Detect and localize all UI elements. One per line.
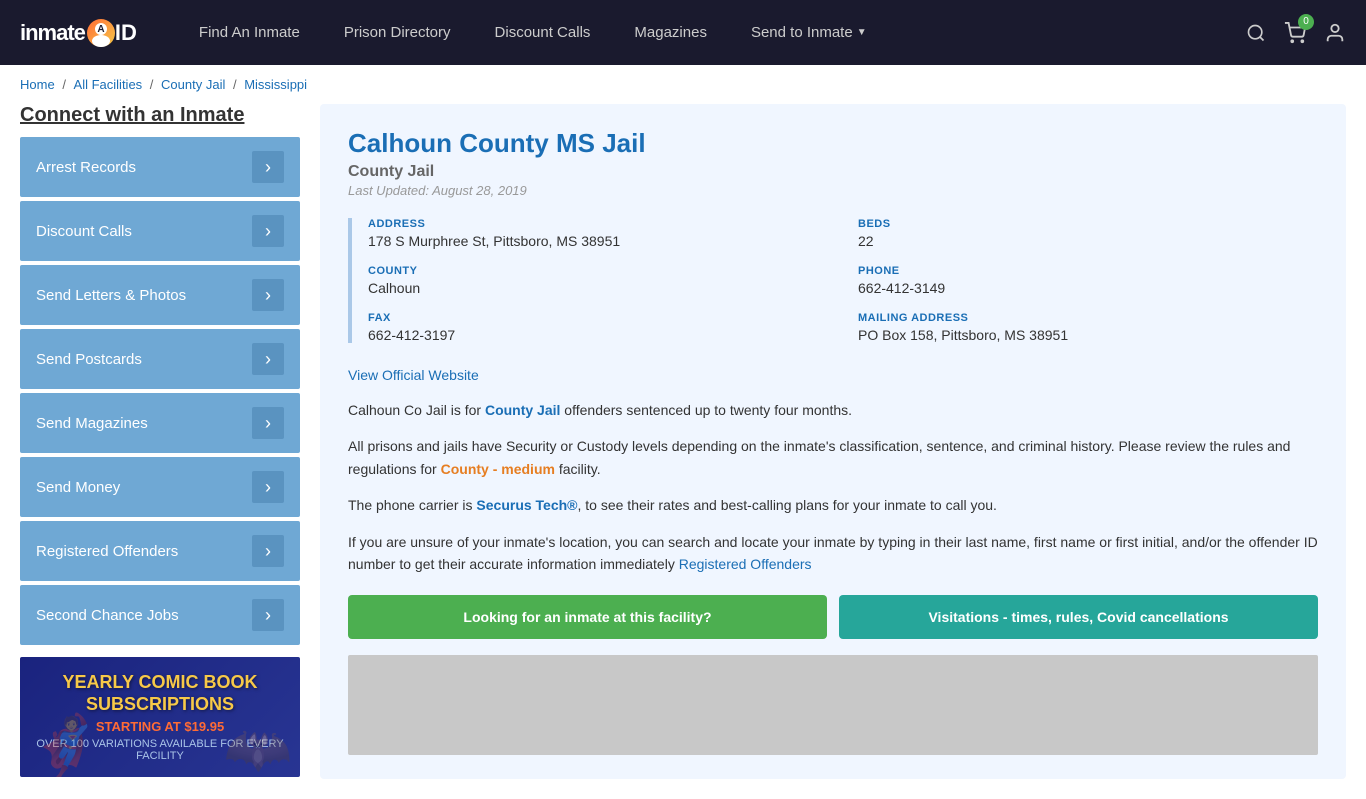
action-buttons: Looking for an inmate at this facility? … (348, 595, 1318, 639)
info-county: COUNTY Calhoun (368, 265, 828, 296)
sidebar-item-second-chance-jobs[interactable]: Second Chance Jobs › (20, 585, 300, 645)
nav-magazines[interactable]: Magazines (612, 0, 729, 65)
chevron-right-icon: › (252, 599, 284, 631)
cart-badge: 0 (1298, 14, 1314, 30)
beds-label: BEDS (858, 218, 1318, 230)
facility-type: County Jail (348, 163, 1318, 181)
breadcrumb-sep3: / (233, 77, 240, 92)
user-icon[interactable] (1324, 22, 1346, 44)
content-area: Calhoun County MS Jail County Jail Last … (320, 104, 1346, 779)
breadcrumb-all-facilities[interactable]: All Facilities (74, 77, 143, 92)
sidebar-label: Registered Offenders (36, 543, 178, 560)
sidebar-item-arrest-records[interactable]: Arrest Records › (20, 137, 300, 197)
logo-suffix: ID (115, 20, 137, 46)
nav-links: Find An Inmate Prison Directory Discount… (177, 0, 1246, 65)
chevron-right-icon: › (252, 343, 284, 375)
address-value: 178 S Murphree St, Pittsboro, MS 38951 (368, 233, 828, 249)
logo-text: inmate (20, 20, 85, 46)
securus-link[interactable]: Securus Tech® (476, 497, 577, 513)
county-label: COUNTY (368, 265, 828, 277)
sidebar-item-send-letters[interactable]: Send Letters & Photos › (20, 265, 300, 325)
sidebar-label: Send Postcards (36, 351, 142, 368)
phone-label: PHONE (858, 265, 1318, 277)
nav-icons: 0 (1246, 22, 1346, 44)
info-mailing: MAILING ADDRESS PO Box 158, Pittsboro, M… (858, 312, 1318, 343)
search-icon[interactable] (1246, 23, 1266, 43)
breadcrumb-state[interactable]: Mississippi (244, 77, 307, 92)
county-value: Calhoun (368, 280, 828, 296)
breadcrumb-sep1: / (62, 77, 69, 92)
sidebar-item-send-postcards[interactable]: Send Postcards › (20, 329, 300, 389)
logo-icon: A (87, 19, 115, 47)
ad-subtitle: SUBSCRIPTIONS (86, 694, 234, 716)
sidebar-menu: Arrest Records › Discount Calls › Send L… (20, 137, 300, 645)
desc-paragraph-4: If you are unsure of your inmate's locat… (348, 531, 1318, 576)
desc-paragraph-2: All prisons and jails have Security or C… (348, 435, 1318, 480)
chevron-right-icon: › (252, 215, 284, 247)
county-jail-link[interactable]: County Jail (485, 402, 560, 418)
view-website-link[interactable]: View Official Website (348, 367, 479, 383)
county-medium-link[interactable]: County - medium (441, 461, 555, 477)
facility-title: Calhoun County MS Jail (348, 128, 1318, 159)
view-link-row: View Official Website (348, 367, 1318, 383)
mailing-label: MAILING ADDRESS (858, 312, 1318, 324)
looking-for-inmate-button[interactable]: Looking for an inmate at this facility? (348, 595, 827, 639)
facility-updated: Last Updated: August 28, 2019 (348, 183, 1318, 198)
sidebar-label: Arrest Records (36, 159, 136, 176)
sidebar-label: Send Magazines (36, 415, 148, 432)
chevron-right-icon: › (252, 151, 284, 183)
cart-icon[interactable]: 0 (1284, 22, 1306, 44)
breadcrumb-county-jail[interactable]: County Jail (161, 77, 225, 92)
nav-prison-directory[interactable]: Prison Directory (322, 0, 473, 65)
navbar: inmate A ID Find An Inmate Prison Direct… (0, 0, 1366, 65)
fax-label: FAX (368, 312, 828, 324)
info-grid: ADDRESS 178 S Murphree St, Pittsboro, MS… (348, 218, 1318, 343)
main-content: Connect with an Inmate Arrest Records › … (0, 104, 1366, 799)
phone-value: 662-412-3149 (858, 280, 1318, 296)
breadcrumb: Home / All Facilities / County Jail / Mi… (0, 65, 1366, 104)
info-beds: BEDS 22 (858, 218, 1318, 249)
nav-discount-calls[interactable]: Discount Calls (473, 0, 613, 65)
ad-title: YEARLY COMIC BOOK (62, 672, 257, 694)
desc-paragraph-1: Calhoun Co Jail is for County Jail offen… (348, 399, 1318, 421)
ad-price: STARTING AT $19.95 (96, 719, 224, 734)
info-address: ADDRESS 178 S Murphree St, Pittsboro, MS… (368, 218, 828, 249)
svg-text:A: A (97, 24, 104, 35)
logo[interactable]: inmate A ID (20, 19, 137, 47)
sidebar-title: Connect with an Inmate (20, 104, 300, 127)
breadcrumb-sep2: / (150, 77, 157, 92)
address-label: ADDRESS (368, 218, 828, 230)
info-phone: PHONE 662-412-3149 (858, 265, 1318, 296)
info-fax: FAX 662-412-3197 (368, 312, 828, 343)
sidebar-label: Second Chance Jobs (36, 607, 179, 624)
fax-value: 662-412-3197 (368, 327, 828, 343)
chevron-right-icon: › (252, 471, 284, 503)
chevron-right-icon: › (252, 407, 284, 439)
breadcrumb-home[interactable]: Home (20, 77, 55, 92)
registered-offenders-link[interactable]: Registered Offenders (679, 556, 812, 572)
visitations-button[interactable]: Visitations - times, rules, Covid cancel… (839, 595, 1318, 639)
sidebar-label: Send Money (36, 479, 120, 496)
chevron-right-icon: › (252, 535, 284, 567)
beds-value: 22 (858, 233, 1318, 249)
description: Calhoun Co Jail is for County Jail offen… (348, 399, 1318, 575)
sidebar-label: Send Letters & Photos (36, 287, 186, 304)
sidebar: Connect with an Inmate Arrest Records › … (20, 104, 300, 779)
mailing-value: PO Box 158, Pittsboro, MS 38951 (858, 327, 1318, 343)
facility-image (348, 655, 1318, 755)
sidebar-item-send-money[interactable]: Send Money › (20, 457, 300, 517)
ad-banner[interactable]: 🦸 🦇 YEARLY COMIC BOOK SUBSCRIPTIONS STAR… (20, 657, 300, 777)
nav-send-to-inmate[interactable]: Send to Inmate (729, 0, 889, 65)
sidebar-item-discount-calls[interactable]: Discount Calls › (20, 201, 300, 261)
sidebar-item-registered-offenders[interactable]: Registered Offenders › (20, 521, 300, 581)
nav-find-inmate[interactable]: Find An Inmate (177, 0, 322, 65)
chevron-right-icon: › (252, 279, 284, 311)
sidebar-label: Discount Calls (36, 223, 132, 240)
sidebar-item-send-magazines[interactable]: Send Magazines › (20, 393, 300, 453)
desc-paragraph-3: The phone carrier is Securus Tech®, to s… (348, 494, 1318, 516)
